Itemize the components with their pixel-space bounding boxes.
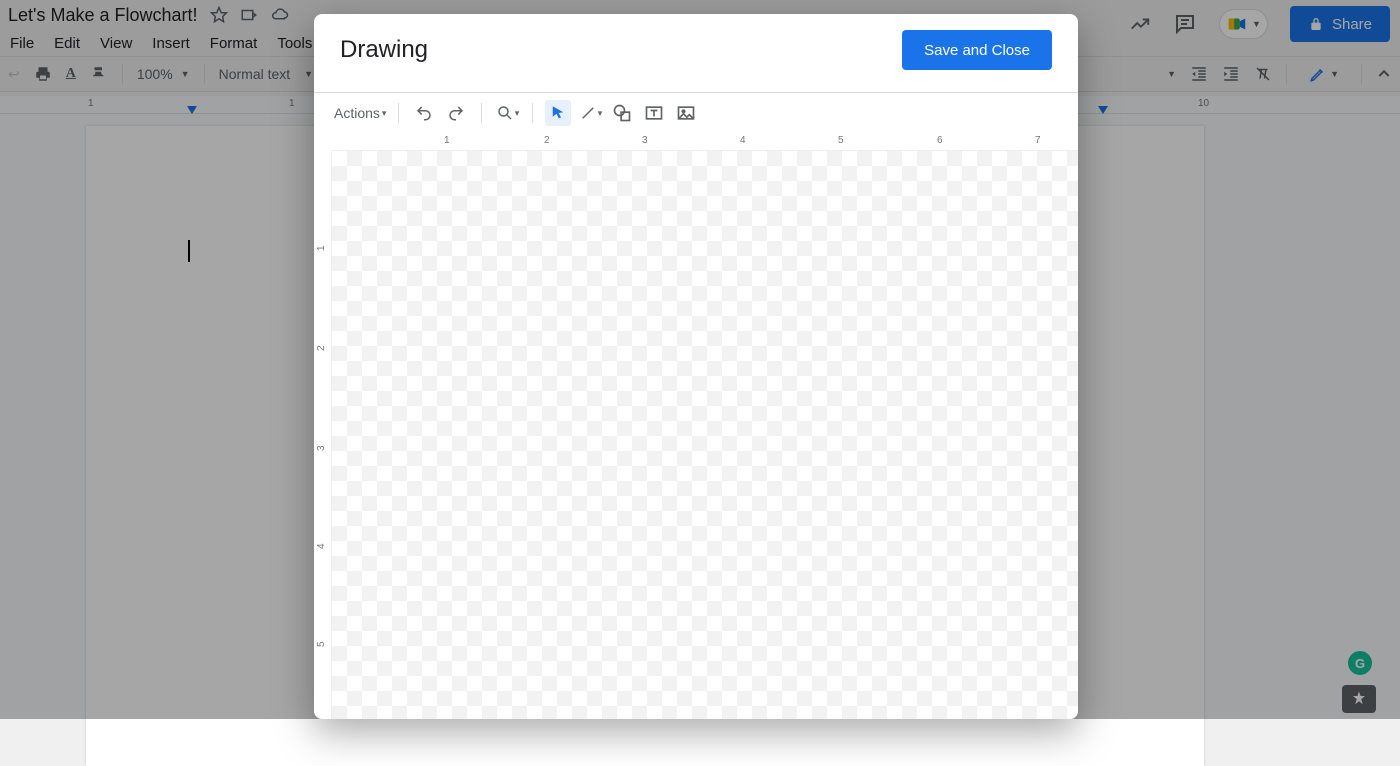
redo-icon[interactable] [443,100,469,126]
ruler-tick: 2 [544,135,550,146]
ruler-tick: 5 [316,641,327,647]
drawing-horizontal-ruler[interactable]: 1 2 3 4 5 6 7 [332,133,1078,151]
select-tool-icon[interactable] [545,100,571,126]
ruler-tick: 2 [316,345,327,351]
zoom-tool[interactable]: ▾ [494,100,520,126]
actions-menu[interactable]: Actions▾ [334,105,386,121]
line-tool[interactable]: ▾ [577,100,603,126]
undo-icon[interactable] [411,100,437,126]
ruler-tick: 1 [316,245,327,251]
drawing-vertical-ruler[interactable]: 1 2 3 4 5 [314,151,332,719]
ruler-tick: 7 [1035,135,1041,146]
drawing-toolbar: Actions▾ ▾ ▾ [314,93,1078,133]
ruler-tick: 3 [316,445,327,451]
ruler-tick: 5 [838,135,844,146]
dialog-title: Drawing [340,36,428,64]
textbox-tool-icon[interactable] [641,100,667,126]
ruler-tick: 3 [642,135,648,146]
shape-tool-icon[interactable] [609,100,635,126]
image-tool-icon[interactable] [673,100,699,126]
ruler-tick: 4 [740,135,746,146]
save-and-close-button[interactable]: Save and Close [902,30,1052,70]
ruler-tick: 1 [444,135,450,146]
ruler-tick: 6 [937,135,943,146]
drawing-canvas[interactable] [332,151,1078,719]
drawing-dialog: Drawing Save and Close Actions▾ ▾ ▾ [314,14,1078,719]
ruler-tick: 4 [316,543,327,549]
